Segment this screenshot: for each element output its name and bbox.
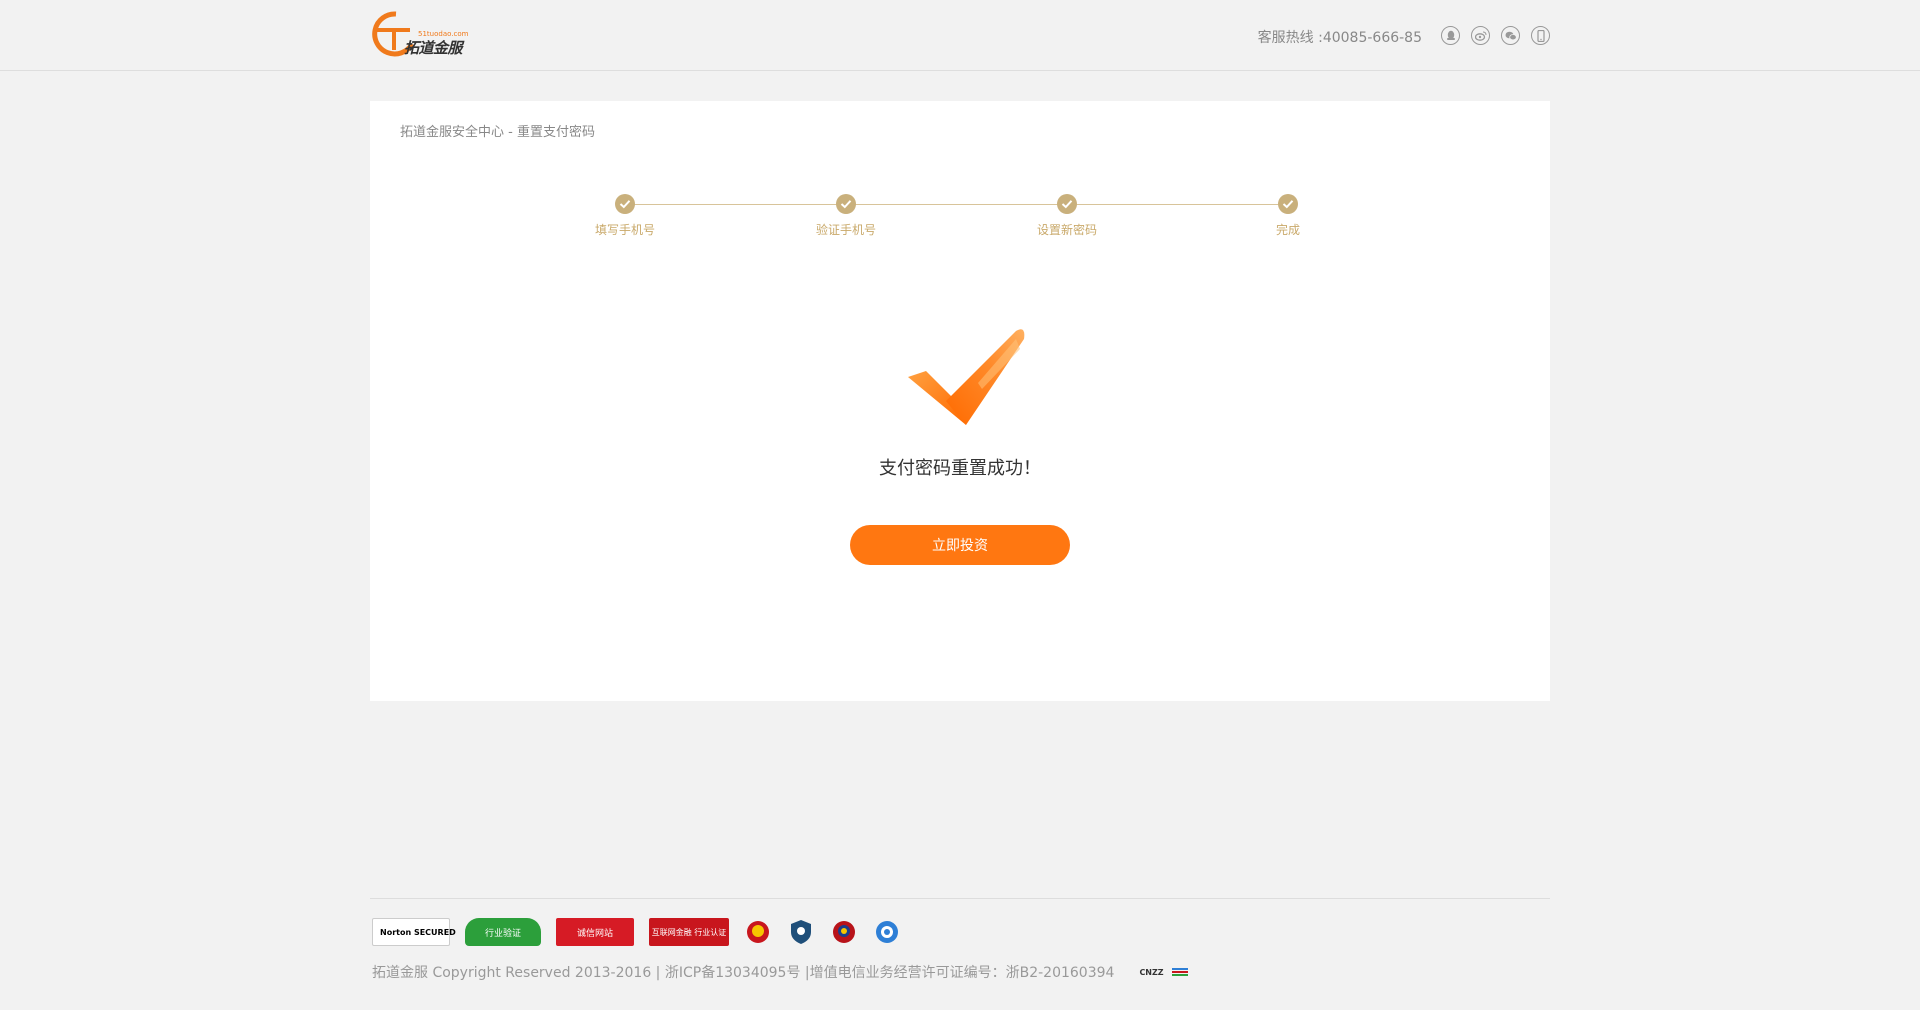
- wechat-icon[interactable]: [1501, 26, 1520, 45]
- header-inner: 51tuodao.com 拓道金服 客服热线 :40085-666-85: [370, 0, 1550, 71]
- step-label: 填写手机号: [594, 223, 655, 237]
- check-icon: [1278, 194, 1298, 214]
- security-seal-icon: [876, 921, 898, 943]
- customer-hotline: 客服热线 :40085-666-85: [1257, 30, 1422, 46]
- weibo-icon[interactable]: [1471, 26, 1490, 45]
- site-header: 51tuodao.com 拓道金服 客服热线 :40085-666-85: [0, 0, 1920, 71]
- mobile-icon[interactable]: [1531, 26, 1550, 45]
- step-label: 验证手机号: [815, 223, 876, 237]
- police-badge-2[interactable]: [830, 918, 858, 946]
- reset-result-card: 拓道金服安全中心 - 重置支付密码 填写手机号 验证手机号 设置新密码 完成 支…: [370, 101, 1550, 701]
- copyright-line: 拓道金服 Copyright Reserved 2013-2016 | 浙ICP…: [372, 962, 1188, 982]
- step-label: 设置新密码: [1036, 223, 1097, 237]
- industry-verification-badge[interactable]: 行业验证: [465, 918, 541, 946]
- progress-steps: 填写手机号 验证手机号 设置新密码 完成: [595, 194, 1305, 244]
- shield-icon: [791, 920, 811, 944]
- site-logo[interactable]: 51tuodao.com 拓道金服: [370, 10, 480, 62]
- trust-badges: Norton SECURED 行业验证 诚信网站 互联网金融 行业认证: [372, 918, 916, 946]
- check-icon: [615, 194, 635, 214]
- social-links: [1441, 26, 1550, 45]
- shield-badge[interactable]: [787, 918, 815, 946]
- police-emblem-icon: [747, 921, 769, 943]
- badge-text: 互联网金融 行业认证: [651, 927, 727, 937]
- success-message: 支付密码重置成功！: [879, 458, 1041, 479]
- police-badge-1[interactable]: [744, 918, 772, 946]
- site-footer: Norton SECURED 行业验证 诚信网站 互联网金融 行业认证 拓道金服…: [370, 898, 1550, 981]
- success-check-icon: [908, 329, 1025, 425]
- breadcrumb: 拓道金服安全中心 - 重置支付密码: [400, 125, 595, 140]
- qq-icon[interactable]: [1441, 26, 1460, 45]
- police-emblem-icon: [833, 921, 855, 943]
- steps-connector-line: [625, 204, 1288, 205]
- cnzz-logo[interactable]: CNZZ: [1139, 968, 1163, 977]
- step-label: 完成: [1275, 223, 1300, 237]
- badge-text: Norton SECURED: [380, 927, 456, 937]
- flag-icon: [1171, 968, 1188, 976]
- invest-now-button[interactable]: 立即投资: [850, 525, 1070, 565]
- internet-finance-badge[interactable]: 互联网金融 行业认证: [649, 918, 729, 946]
- step-complete: 完成: [1228, 194, 1348, 238]
- badge-text: 诚信网站: [576, 928, 613, 939]
- norton-secured-badge[interactable]: Norton SECURED: [372, 918, 456, 946]
- step-set-password: 设置新密码: [1007, 194, 1127, 238]
- copyright-text: 拓道金服 Copyright Reserved 2013-2016 | 浙ICP…: [372, 965, 1115, 981]
- credit-website-badge[interactable]: 诚信网站: [556, 918, 634, 946]
- security-badge[interactable]: [873, 918, 901, 946]
- check-icon: [836, 194, 856, 214]
- check-icon: [1057, 194, 1077, 214]
- logo-text: 拓道金服: [404, 39, 463, 57]
- step-verify-phone: 验证手机号: [786, 194, 906, 238]
- badge-text: 行业验证: [484, 928, 521, 939]
- step-fill-phone: 填写手机号: [565, 194, 685, 238]
